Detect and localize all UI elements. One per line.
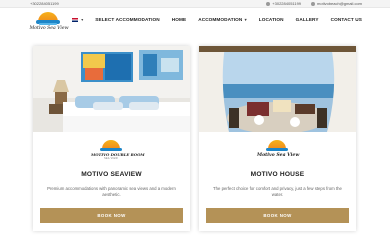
logo-wave-shape: [100, 148, 122, 151]
card-title[interactable]: MOTIVO HOUSE: [199, 171, 356, 178]
site-logo[interactable]: Motivo Sea View: [29, 11, 69, 35]
main-nav: ▾ SELECT ACCOMMODATION HOME ACCOMMODATIO…: [72, 17, 362, 22]
site-header: Motivo Sea View ▾ SELECT ACCOMMODATION H…: [0, 8, 390, 36]
nav-select-accommodation[interactable]: SELECT ACCOMMODATION: [95, 17, 160, 22]
card-logo-house: Motivo Sea View: [257, 140, 300, 164]
card-title[interactable]: MOTIVO SEAVIEW: [33, 171, 190, 178]
card-description: The perfect choice for comfort and priva…: [213, 186, 342, 197]
chevron-down-icon: ▾: [243, 17, 247, 22]
card-logo-title: Motivo Sea View: [257, 153, 300, 158]
house-photo[interactable]: [199, 46, 356, 132]
nav-location[interactable]: LOCATION: [259, 17, 284, 22]
language-flag-icon[interactable]: [72, 17, 79, 22]
nav-contact-us[interactable]: CONTACT US: [331, 17, 362, 22]
nav-gallery[interactable]: GALLERY: [296, 17, 319, 22]
book-now-button[interactable]: BOOK NOW: [40, 208, 183, 223]
book-now-button[interactable]: BOOK NOW: [206, 208, 349, 223]
accommodation-card-seaview: MOTIVO DOUBLE ROOM SEA VIEW MOTIVO SEAVI…: [33, 46, 190, 231]
top-email-wrap[interactable]: motivobeach@gmail.com: [311, 1, 362, 6]
logo-wave-shape: [266, 148, 288, 151]
top-phone-right-wrap[interactable]: +302284051199: [266, 1, 301, 6]
card-description: Premium accommodations with panoramic se…: [47, 186, 176, 197]
card-logo-subtitle: SEA VIEW: [104, 157, 118, 160]
logo-text: Motivo Sea View: [29, 26, 69, 31]
accommodation-card-house: Motivo Sea View MOTIVO HOUSE The perfect…: [199, 46, 356, 231]
top-phone-left[interactable]: +302284051199: [30, 1, 59, 6]
logo-wave-shape-2: [39, 23, 57, 25]
card-logo-seaview: MOTIVO DOUBLE ROOM SEA VIEW: [91, 140, 145, 164]
house-photo-image: [199, 46, 356, 132]
room-photo[interactable]: [33, 46, 190, 132]
nav-home[interactable]: HOME: [172, 17, 186, 22]
phone-icon: [266, 1, 271, 6]
mail-icon: [311, 1, 316, 6]
chevron-down-icon[interactable]: ▾: [81, 17, 83, 22]
room-photo-image: [33, 46, 190, 132]
top-email: motivobeach@gmail.com: [317, 1, 362, 6]
top-phone-right: +302284051199: [272, 1, 302, 6]
top-bar: +302284051199 +302284051199 motivobeach@…: [0, 0, 390, 8]
nav-accommodation: ACCOMMODATION: [198, 17, 243, 22]
nav-accommodation-wrap[interactable]: ACCOMMODATION ▾: [198, 17, 247, 22]
top-contact-group: +302284051199 motivobeach@gmail.com: [266, 1, 362, 6]
